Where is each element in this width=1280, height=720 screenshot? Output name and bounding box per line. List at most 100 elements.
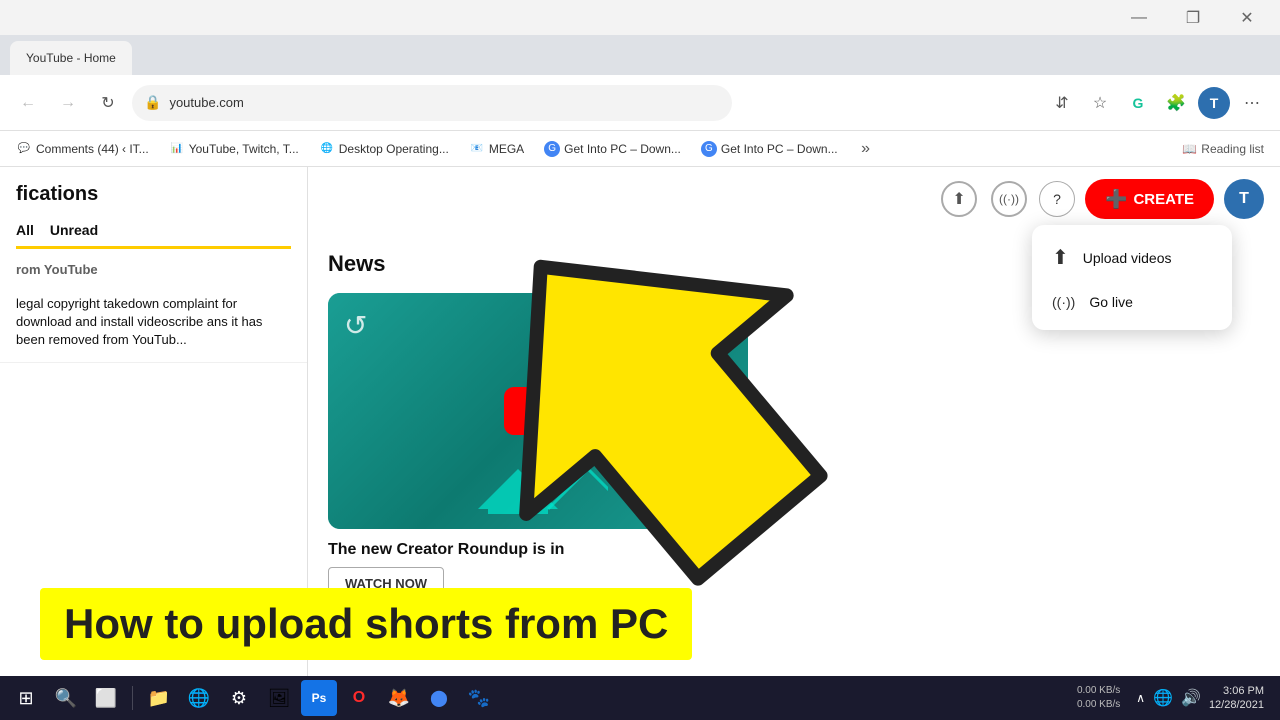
taskbar: ⊞ 🔍 ⬜ 📁 🌐 ⚙ 🖼 Ps O 🦊 ⬤ 🐾 0.00 KB/s 0.00 … (0, 676, 1280, 720)
reading-list-label: Reading list (1201, 142, 1264, 156)
notification-item[interactable]: legal copyright takedown complaint for d… (0, 283, 307, 363)
net-down-speed: 0.00 KB/s (1077, 698, 1120, 712)
video-info-title: The new Creator Roundup is in (328, 541, 828, 559)
nav-actions: ⇵ ☆ G 🧩 T ⋯ (1046, 87, 1268, 119)
go-live-icon: ((·)) (1052, 294, 1075, 310)
bookmark-favicon-comments: 💬 (16, 141, 32, 157)
play-triangle-icon (528, 395, 552, 427)
search-button[interactable]: 🔍 (48, 680, 84, 716)
teal-arrows-decoration (468, 459, 608, 519)
forward-button[interactable]: → (52, 87, 84, 119)
firefox-taskbar-icon[interactable]: 🦊 (381, 680, 417, 716)
bookmark-youtube-twitch[interactable]: 📊 YouTube, Twitch, T... (161, 137, 307, 161)
restore-button[interactable]: ❐ (1170, 0, 1216, 35)
address-text: youtube.com (169, 95, 243, 110)
refresh-button[interactable]: ↻ (92, 87, 124, 119)
tab-bar: YouTube - Home (0, 35, 1280, 75)
explorer-taskbar-icon[interactable]: 📁 (141, 680, 177, 716)
bookmark-favicon-g1: G (544, 141, 560, 157)
reading-list-button[interactable]: 📖 Reading list (1174, 138, 1272, 160)
reading-list-icon: 📖 (1182, 142, 1197, 156)
notification-text: legal copyright takedown complaint for d… (16, 295, 291, 350)
taskbar-right: 0.00 KB/s 0.00 KB/s ∧ 🌐 🔊 3:06 PM 12/28/… (1077, 684, 1272, 713)
bookmark-mega[interactable]: 📧 MEGA (461, 137, 532, 161)
upload-videos-icon: ⬆ (1052, 245, 1069, 270)
live-icon-btn[interactable]: ((·)) (989, 179, 1029, 219)
upload-icon-btn[interactable]: ⬆ (939, 179, 979, 219)
bookmark-getintopc2[interactable]: G Get Into PC – Down... (693, 137, 846, 161)
bookmark-label-g1: Get Into PC – Down... (564, 142, 681, 156)
extensions-icon[interactable]: 🧩 (1160, 87, 1192, 119)
go-live-label: Go live (1089, 294, 1133, 310)
filter-tab-unread[interactable]: Unread (50, 214, 98, 246)
photos-taskbar-icon[interactable]: 🖼 (261, 680, 297, 716)
bookmark-label-yt: YouTube, Twitch, T... (189, 142, 299, 156)
close-button[interactable]: ✕ (1224, 0, 1270, 35)
news-section: News ↺ The new Crea (328, 251, 828, 600)
bookmark-it-comments[interactable]: 💬 Comments (44) ‹ IT... (8, 137, 157, 161)
back-button[interactable]: ← (12, 87, 44, 119)
app-taskbar-icon[interactable]: 🐾 (461, 680, 497, 716)
volume-icon[interactable]: 🔊 (1181, 688, 1201, 708)
create-button[interactable]: ➕ CREATE (1085, 179, 1214, 219)
tab-search-icon[interactable]: ⇵ (1046, 87, 1078, 119)
bookmark-getintopc1[interactable]: G Get Into PC – Down... (536, 137, 689, 161)
main-content: fications All Unread rom YouTube legal c… (0, 167, 1280, 720)
upload-videos-label: Upload videos (1083, 250, 1172, 266)
news-title: News (328, 251, 828, 277)
chrome-taskbar-icon[interactable]: ⬤ (421, 680, 457, 716)
network-icon[interactable]: 🌐 (1153, 688, 1173, 708)
show-hidden-icon[interactable]: ∧ (1136, 691, 1145, 705)
ps-taskbar-icon[interactable]: Ps (301, 680, 337, 716)
yt-header-actions: ⬆ ((·)) ? ➕ CREATE T (923, 167, 1280, 231)
help-icon-btn[interactable]: ? (1039, 181, 1075, 217)
net-up-speed: 0.00 KB/s (1077, 684, 1120, 698)
taskview-button[interactable]: ⬜ (88, 680, 124, 716)
caption-text: How to upload shorts from PC (40, 588, 692, 660)
clock-date: 12/28/2021 (1209, 698, 1264, 712)
title-bar: — ❐ ✕ (0, 0, 1280, 35)
bookmarks-bar: 💬 Comments (44) ‹ IT... 📊 YouTube, Twitc… (0, 131, 1280, 167)
taskbar-clock[interactable]: 3:06 PM 12/28/2021 (1209, 684, 1264, 713)
net-speed: 0.00 KB/s 0.00 KB/s (1077, 684, 1120, 712)
settings-menu-icon[interactable]: ⋯ (1236, 87, 1268, 119)
yt-profile-avatar[interactable]: T (1224, 179, 1264, 219)
bookmark-favicon-os: 🌐 (319, 141, 335, 157)
refresh-overlay-icon: ↺ (344, 309, 367, 342)
play-button[interactable] (504, 387, 572, 435)
opera-taskbar-icon[interactable]: O (341, 680, 377, 716)
bookmark-desktop-os[interactable]: 🌐 Desktop Operating... (311, 137, 457, 161)
caption-bar: How to upload shorts from PC (0, 588, 1280, 660)
notification-source: rom YouTube (0, 249, 307, 283)
minimize-button[interactable]: — (1116, 0, 1162, 35)
grammarly-icon[interactable]: G (1122, 87, 1154, 119)
bookmark-label-g2: Get Into PC – Down... (721, 142, 838, 156)
bookmark-favicon-yt: 📊 (169, 141, 185, 157)
filter-bar: All Unread (16, 214, 291, 249)
video-inner: ↺ (328, 293, 748, 529)
clock-time: 3:06 PM (1209, 684, 1264, 698)
notifications-title: fications (16, 183, 291, 206)
active-tab[interactable]: YouTube - Home (10, 41, 132, 75)
bookmark-favicon-mega: 📧 (469, 141, 485, 157)
start-button[interactable]: ⊞ (8, 680, 44, 716)
address-bar[interactable]: 🔒 youtube.com (132, 85, 732, 121)
profile-avatar[interactable]: T (1198, 87, 1230, 119)
settings-taskbar-icon[interactable]: ⚙ (221, 680, 257, 716)
favorites-icon[interactable]: ☆ (1084, 87, 1116, 119)
taskbar-separator (132, 686, 133, 710)
create-label: CREATE (1133, 191, 1194, 208)
filter-tab-all[interactable]: All (16, 214, 34, 246)
upload-videos-item[interactable]: ⬆ Upload videos (1032, 233, 1232, 282)
more-bookmarks-button[interactable]: » (852, 135, 880, 163)
create-dropdown-menu: ⬆ Upload videos ((·)) Go live (1032, 225, 1232, 330)
bookmark-label-comments: Comments (44) ‹ IT... (36, 142, 149, 156)
create-icon: ➕ (1105, 189, 1127, 210)
edge-taskbar-icon[interactable]: 🌐 (181, 680, 217, 716)
upload-icon: ⬆ (941, 181, 977, 217)
source-label: rom YouTube (16, 262, 98, 277)
video-thumbnail[interactable]: ↺ (328, 293, 748, 529)
live-icon: ((·)) (991, 181, 1027, 217)
bookmark-favicon-g2: G (701, 141, 717, 157)
go-live-item[interactable]: ((·)) Go live (1032, 282, 1232, 322)
